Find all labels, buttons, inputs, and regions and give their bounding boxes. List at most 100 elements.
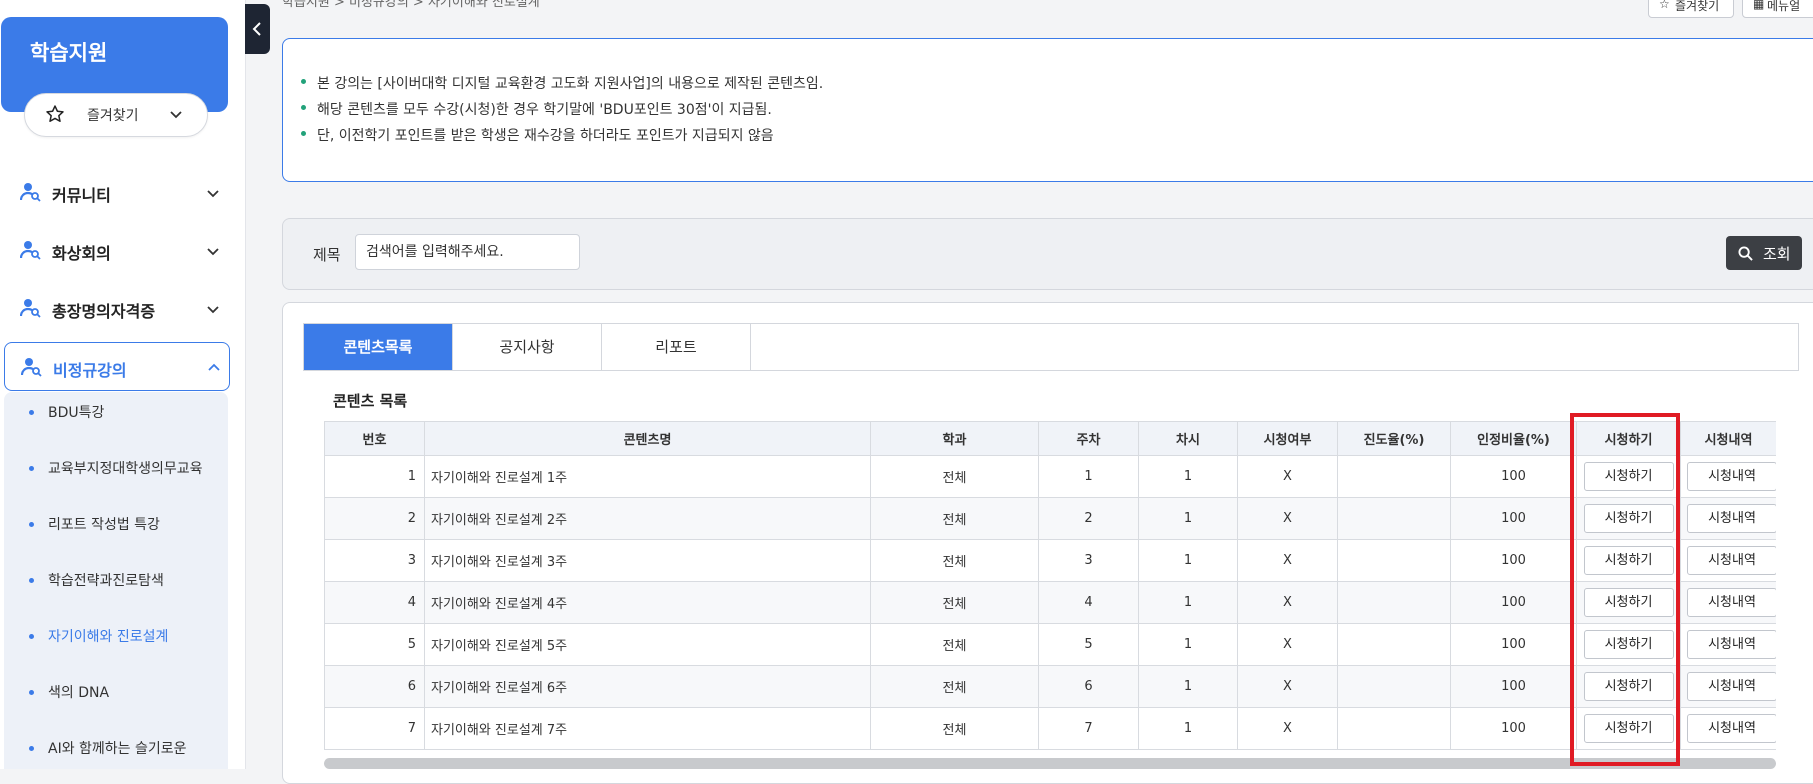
table-row: 5 자기이해와 진로설계 5주 전체 5 1 X 100 시청하기 시청내역 <box>324 623 1776 666</box>
table-cell-watched: X <box>1237 623 1338 666</box>
notice-line: 단, 이전학기 포인트를 받은 학생은 재수강을 하더라도 포인트가 지급되지 … <box>301 125 774 145</box>
watch-button[interactable]: 시청하기 <box>1583 630 1674 659</box>
section-title: 콘텐츠 목록 <box>333 392 408 410</box>
submenu-item-label: 자기이해와 진로설계 <box>48 629 169 645</box>
table-cell-watched: X <box>1237 665 1338 708</box>
bullet-dot <box>29 410 34 415</box>
watch-history-button[interactable]: 시청내역 <box>1687 630 1776 659</box>
table-cell-history: 시청내역 <box>1680 455 1776 498</box>
user-search-icon <box>19 298 42 322</box>
submenu-item-current[interactable]: 자기이해와 진로설계 <box>4 616 228 656</box>
notice-line: 본 강의는 [사이버대학 디지털 교육환경 고도화 지원사업]의 내용으로 제작… <box>301 73 823 93</box>
watch-history-button[interactable]: 시청내역 <box>1687 714 1776 743</box>
breadcrumb: 학습지원 > 비정규강의 > 자기이해와 진로설계 <box>282 0 540 10</box>
watch-history-button[interactable]: 시청내역 <box>1687 588 1776 617</box>
tab-report[interactable]: 리포트 <box>602 324 751 370</box>
user-search-icon <box>19 182 42 206</box>
submenu-item[interactable]: 교육부지정대학생의무교육 <box>4 448 228 488</box>
table-cell-history: 시청내역 <box>1680 665 1776 708</box>
table-cell-session: 1 <box>1138 581 1238 624</box>
watch-button[interactable]: 시청하기 <box>1583 462 1674 491</box>
table-cell-watch: 시청하기 <box>1576 581 1681 624</box>
chevron-down-icon <box>206 301 220 320</box>
search-button[interactable]: 조회 <box>1726 236 1802 270</box>
submenu-item[interactable]: 리포트 작성법 특강 <box>4 504 228 544</box>
watch-button[interactable]: 시청하기 <box>1583 546 1674 575</box>
bullet-dot <box>29 522 34 527</box>
submenu-item[interactable]: 학습전략과진로탐색 <box>4 560 228 600</box>
table-cell-dept: 전체 <box>870 581 1039 624</box>
notice-line: 해당 콘텐츠를 모두 수강(시청)한 경우 학기말에 'BDU포인트 30점'이… <box>301 99 772 119</box>
search-label: 제목 <box>313 246 341 264</box>
table-row: 4 자기이해와 진로설계 4주 전체 4 1 X 100 시청하기 시청내역 <box>324 581 1776 624</box>
sidebar-item-non-regular-lecture[interactable]: 비정규강의 <box>4 342 230 391</box>
table-cell-title: 자기이해와 진로설계 4주 <box>424 581 871 624</box>
sidebar-item-label: 커뮤니티 <box>52 186 111 205</box>
watch-button[interactable]: 시청하기 <box>1583 672 1674 701</box>
watch-history-button[interactable]: 시청내역 <box>1687 462 1776 491</box>
tab-contents[interactable]: 콘텐츠목록 <box>304 324 453 370</box>
watch-history-button[interactable]: 시청내역 <box>1687 672 1776 701</box>
sidebar-collapse-button[interactable] <box>245 4 270 54</box>
bullet-dot <box>29 746 34 751</box>
watch-button[interactable]: 시청하기 <box>1583 588 1674 617</box>
watch-history-button[interactable]: 시청내역 <box>1687 504 1776 533</box>
submenu-item[interactable]: AI와 함께하는 슬기로운 <box>4 728 228 768</box>
table-cell-title: 자기이해와 진로설계 6주 <box>424 665 871 708</box>
table-header-row: 번호 콘텐츠명 학과 주차 차시 시청여부 진도율(%) 인정비율(%) 시청하… <box>324 421 1776 456</box>
horizontal-scrollbar[interactable] <box>324 758 1776 769</box>
star-icon <box>45 104 65 128</box>
table-cell-watched: X <box>1237 539 1338 582</box>
favorites-button[interactable]: ☆ 즐겨찾기 <box>1648 0 1734 18</box>
chevron-down-icon <box>206 243 220 262</box>
tab-notices[interactable]: 공지사항 <box>453 324 602 370</box>
bullet-dot <box>29 466 34 471</box>
column-header: 시청내역 <box>1680 421 1776 456</box>
sidebar-item-community[interactable]: 커뮤니티 <box>0 168 228 216</box>
submenu-item[interactable]: BDU특강 <box>4 392 228 432</box>
table-cell-title: 자기이해와 진로설계 5주 <box>424 623 871 666</box>
column-header: 진도율(%) <box>1337 421 1451 456</box>
table-cell-history: 시청내역 <box>1680 497 1776 540</box>
table-cell-progress <box>1337 707 1451 750</box>
search-input[interactable] <box>355 234 580 270</box>
bullet-dot <box>29 690 34 695</box>
table-cell-history: 시청내역 <box>1680 539 1776 582</box>
watch-button[interactable]: 시청하기 <box>1583 504 1674 533</box>
sidebar-item-certificate[interactable]: 총장명의자격증 <box>0 284 228 332</box>
contents-table: 번호 콘텐츠명 학과 주차 차시 시청여부 진도율(%) 인정비율(%) 시청하… <box>324 421 1776 750</box>
submenu-item-label: 리포트 작성법 특강 <box>48 517 160 533</box>
table-cell-dept: 전체 <box>870 539 1039 582</box>
watch-history-button[interactable]: 시청내역 <box>1687 546 1776 575</box>
watch-button[interactable]: 시청하기 <box>1583 714 1674 743</box>
favorites-dropdown[interactable]: 즐겨찾기 <box>24 93 208 137</box>
sidebar-item-label: 비정규강의 <box>53 361 127 380</box>
bullet-dot <box>29 578 34 583</box>
table-cell-dept: 전체 <box>870 707 1039 750</box>
table-cell-no: 3 <box>324 539 425 582</box>
table-cell-history: 시청내역 <box>1680 623 1776 666</box>
table-cell-watch: 시청하기 <box>1576 455 1681 498</box>
table-cell-no: 2 <box>324 497 425 540</box>
table-cell-week: 1 <box>1038 455 1139 498</box>
table-row: 3 자기이해와 진로설계 3주 전체 3 1 X 100 시청하기 시청내역 <box>324 539 1776 582</box>
manual-button-label: 메뉴얼 <box>1767 0 1801 13</box>
table-cell-week: 6 <box>1038 665 1139 708</box>
sidebar-item-video-conference[interactable]: 화상회의 <box>0 226 228 274</box>
column-header: 주차 <box>1038 421 1139 456</box>
submenu-item[interactable]: 색의 DNA <box>4 672 228 712</box>
table-cell-week: 3 <box>1038 539 1139 582</box>
table-cell-no: 4 <box>324 581 425 624</box>
submenu-item-label: 교육부지정대학생의무교육 <box>48 461 203 477</box>
table-cell-session: 1 <box>1138 497 1238 540</box>
table-cell-title: 자기이해와 진로설계 3주 <box>424 539 871 582</box>
search-button-label: 조회 <box>1763 245 1791 263</box>
table-cell-ratio: 100 <box>1450 455 1577 498</box>
table-cell-no: 7 <box>324 707 425 750</box>
manual-button[interactable]: ▦ 메뉴얼 <box>1742 0 1813 18</box>
table-cell-session: 1 <box>1138 707 1238 750</box>
table-cell-watch: 시청하기 <box>1576 497 1681 540</box>
table-cell-week: 4 <box>1038 581 1139 624</box>
table-row: 2 자기이해와 진로설계 2주 전체 2 1 X 100 시청하기 시청내역 <box>324 497 1776 540</box>
table-cell-no: 1 <box>324 455 425 498</box>
